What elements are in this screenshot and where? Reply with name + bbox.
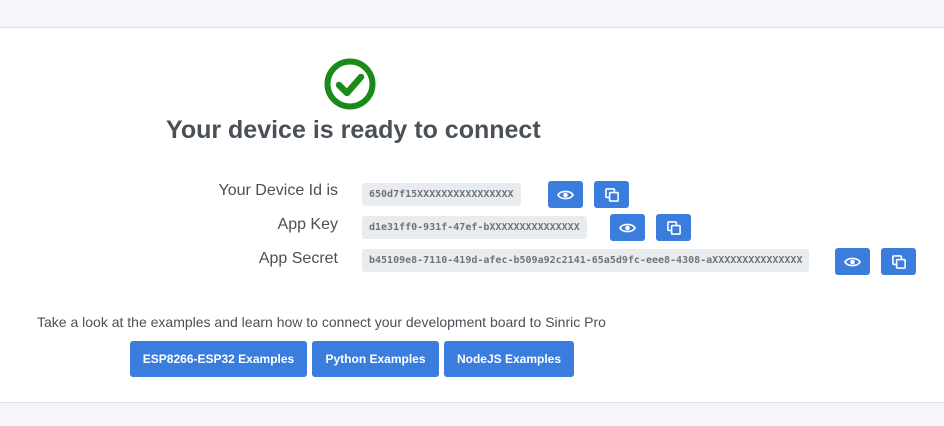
copy-icon [604,187,619,202]
check-circle-icon [324,58,376,110]
app-key-label: App Key [277,216,338,233]
device-id-label: Your Device Id is [218,182,338,199]
device-ready-card: Your device is ready to connect Your Dev… [0,27,944,403]
copy-app-secret-button[interactable] [881,248,916,275]
examples-intro-text: Take a look at the examples and learn ho… [37,314,606,330]
esp8266-esp32-examples-button[interactable]: ESP8266-ESP32 Examples [130,341,307,377]
app-key-value: d1e31ff0-931f-47ef-bXXXXXXXXXXXXXXX [362,216,587,239]
device-id-value: 650d7f15XXXXXXXXXXXXXXXX [362,183,521,206]
copy-icon [891,254,906,269]
eye-icon [844,257,861,266]
copy-device-id-button[interactable] [594,181,629,208]
python-examples-button[interactable]: Python Examples [312,341,439,377]
reveal-device-id-button[interactable] [548,181,583,208]
eye-icon [619,223,636,232]
app-secret-value: b45109e8-7110-419d-afec-b509a92c2141-65a… [362,249,810,272]
reveal-app-key-button[interactable] [610,214,645,241]
eye-icon [557,190,574,199]
copy-icon [666,220,681,235]
app-secret-label: App Secret [258,250,338,267]
page-title: Your device is ready to connect [166,116,541,144]
reveal-app-secret-button[interactable] [835,248,870,275]
nodejs-examples-button[interactable]: NodeJS Examples [444,341,574,377]
copy-app-key-button[interactable] [656,214,691,241]
